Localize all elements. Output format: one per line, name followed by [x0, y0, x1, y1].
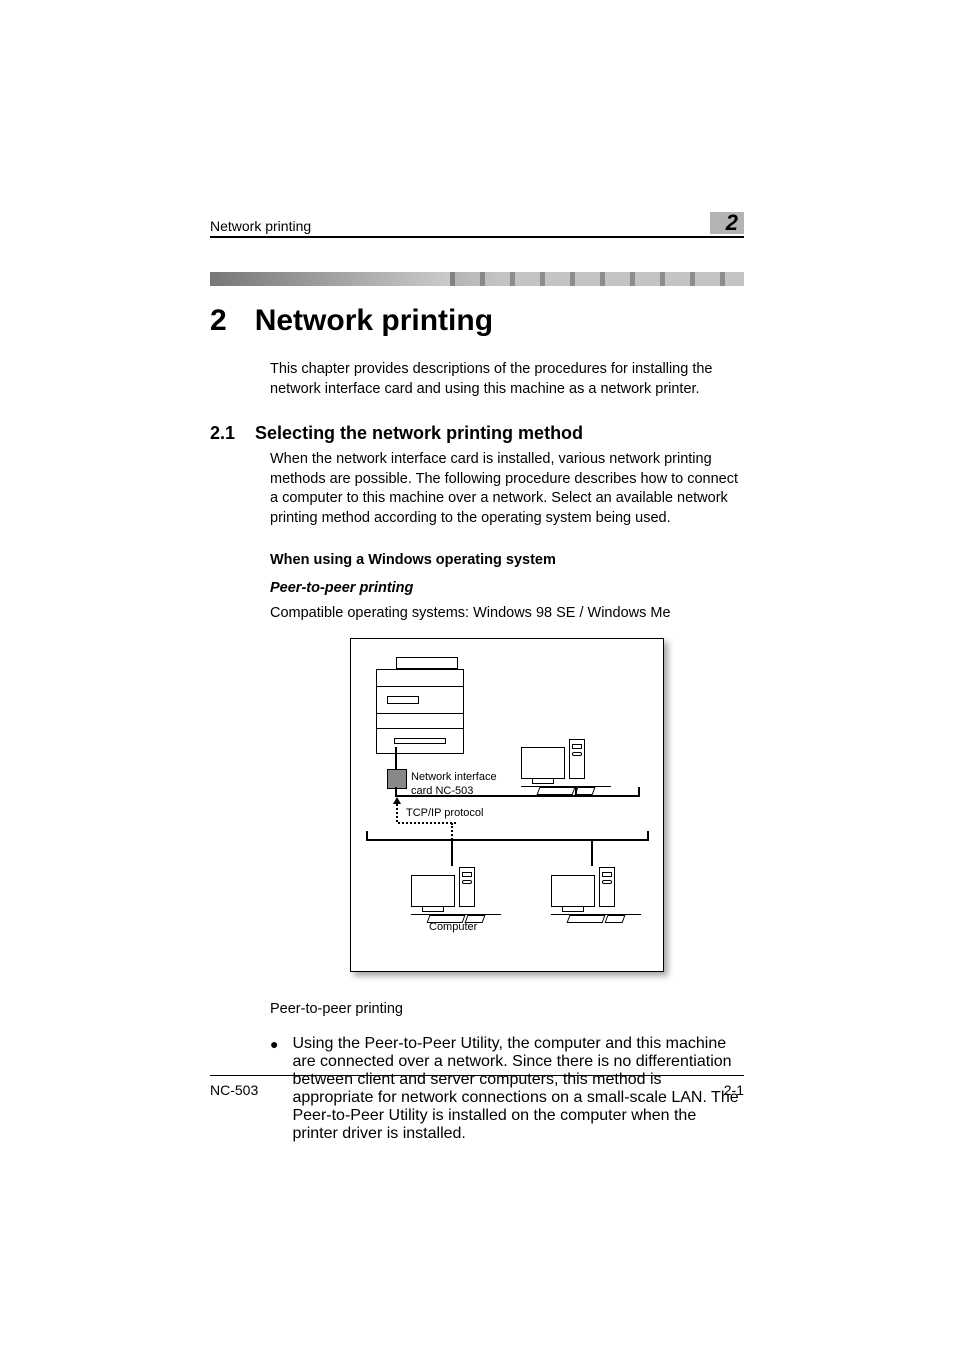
page: Network printing 2 2 Network printing Th… [0, 0, 954, 1350]
content-column: Network printing 2 2 Network printing Th… [210, 212, 744, 1143]
diagram-container: Network interface card NC-503 [270, 638, 744, 972]
windows-subheading: When using a Windows operating system [270, 552, 744, 568]
computer-icon-top [521, 739, 611, 794]
chapter-title: Network printing [255, 304, 493, 338]
lower-network-line [366, 839, 649, 841]
upper-network-line [395, 795, 640, 797]
footer-right: 2-1 [724, 1082, 744, 1098]
arrow-up-icon [393, 797, 401, 804]
section-heading: 2.1 Selecting the network printing metho… [210, 423, 744, 444]
intro-block: This chapter provides descriptions of th… [270, 360, 744, 399]
computer-icon-2 [551, 867, 641, 922]
decorative-bar [210, 272, 744, 286]
intro-paragraph: This chapter provides descriptions of th… [270, 360, 744, 399]
nic-icon [387, 769, 407, 789]
section-title: Selecting the network printing method [255, 423, 583, 444]
after-diagram-heading: Peer-to-peer printing [270, 1000, 744, 1020]
section-body-block: When the network interface card is insta… [270, 450, 744, 1142]
chapter-badge: 2 [710, 212, 744, 234]
peer-to-peer-subheading: Peer-to-peer printing [270, 580, 744, 596]
page-footer: NC-503 2-1 [210, 1075, 744, 1098]
chapter-heading: 2 Network printing [210, 304, 744, 338]
computer2-drop [591, 841, 593, 866]
printer-icon [376, 657, 468, 747]
section-body: When the network interface card is insta… [270, 450, 744, 528]
top-computer-drop [575, 787, 577, 795]
chapter-number: 2 [210, 304, 227, 338]
computer-label: Computer [429, 921, 477, 933]
nic-label: Network interface card NC-503 [411, 771, 497, 797]
running-header: Network printing 2 [210, 212, 744, 238]
nic-label-line1: Network interface [411, 771, 497, 783]
computer-icon-1 [411, 867, 501, 922]
running-header-text: Network printing [210, 218, 311, 234]
dotted-line-horizontal [398, 822, 456, 824]
compat-line: Compatible operating systems: Windows 98… [270, 604, 744, 624]
network-diagram: Network interface card NC-503 [350, 638, 664, 972]
dotted-line-vertical-top [396, 804, 398, 822]
protocol-label: TCP/IP protocol [406, 807, 483, 819]
section-number: 2.1 [210, 423, 235, 444]
computer1-drop [451, 841, 453, 866]
footer-left: NC-503 [210, 1082, 258, 1098]
